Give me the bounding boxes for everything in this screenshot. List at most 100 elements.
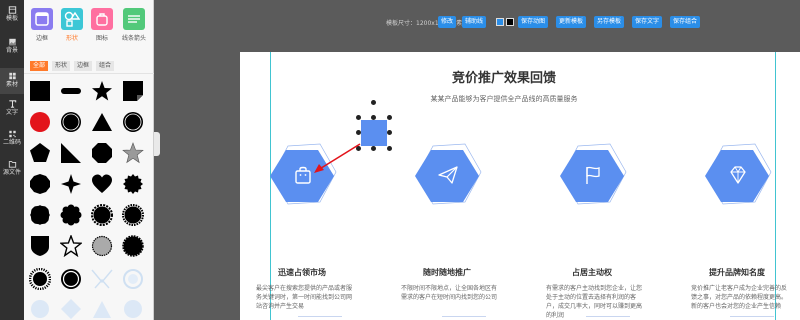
rotate-handle[interactable] bbox=[371, 100, 376, 105]
fill-color-swatch[interactable] bbox=[496, 18, 504, 26]
badge-shape[interactable] bbox=[122, 173, 144, 195]
resize-handle[interactable] bbox=[356, 115, 361, 120]
tab-shape[interactable]: 形状 bbox=[52, 61, 70, 71]
rail-label: 源文件 bbox=[2, 169, 21, 176]
guide-line[interactable] bbox=[775, 52, 776, 320]
double-ring-shape[interactable] bbox=[60, 268, 82, 290]
tab-all[interactable]: 全部 bbox=[30, 61, 48, 71]
stroke-color-swatch[interactable] bbox=[506, 18, 514, 26]
pentagon-shape[interactable] bbox=[29, 142, 51, 164]
top-toolbar: 模板尺寸：1200x1000像素 修改 辅助线 保存动图 更新模板 另存模板 保… bbox=[160, 0, 800, 50]
editor-app: 模板 背景 素材 文字 二维码 源文件 边框 形状 图标 线条箭头 全部 形状 … bbox=[0, 0, 800, 320]
save-animation-button[interactable]: 保存动图 bbox=[518, 16, 549, 28]
folded-corner-shape[interactable] bbox=[122, 80, 144, 102]
resize-handle[interactable] bbox=[387, 146, 392, 151]
light-triangle-shape[interactable] bbox=[91, 298, 113, 320]
light-diamond-shape[interactable] bbox=[60, 298, 82, 320]
modify-button[interactable]: 修改 bbox=[438, 16, 457, 28]
feature-title[interactable]: 随时随地推广 bbox=[377, 267, 517, 278]
heart-shape[interactable] bbox=[91, 173, 113, 195]
octagon-shape[interactable] bbox=[91, 142, 113, 164]
category-label: 线条箭头 bbox=[121, 35, 146, 42]
divider bbox=[24, 73, 154, 74]
burst-shape[interactable] bbox=[122, 204, 144, 226]
light-circle-shape[interactable] bbox=[122, 298, 144, 320]
rail-item-template[interactable]: 模板 bbox=[0, 6, 24, 23]
frame-icon bbox=[31, 8, 53, 30]
wavy-circle-shape[interactable] bbox=[122, 235, 144, 257]
qrcode-icon bbox=[8, 130, 16, 138]
gray-badge-shape[interactable] bbox=[91, 235, 113, 257]
star-shape[interactable] bbox=[91, 80, 113, 102]
ring-circle-shape[interactable] bbox=[60, 111, 82, 133]
category-line-arrow[interactable]: 线条箭头 bbox=[118, 8, 150, 42]
red-circle-shape[interactable] bbox=[29, 111, 51, 133]
category-label: 图标 bbox=[95, 35, 108, 42]
scalloped-square-shape[interactable] bbox=[29, 204, 51, 226]
icon-icon bbox=[91, 8, 113, 30]
resize-handle[interactable] bbox=[371, 115, 376, 120]
source-file-icon bbox=[8, 161, 16, 168]
category-label: 形状 bbox=[65, 35, 78, 42]
category-frame[interactable]: 边框 bbox=[28, 8, 56, 42]
resize-handle[interactable] bbox=[387, 115, 392, 120]
page-subtitle[interactable]: 某某产品能够为客户提供全产品线的高质量服务 bbox=[240, 94, 768, 104]
design-canvas[interactable]: 竞价推广效果回馈 某某产品能够为客户提供全产品线的高质量服务 迅速占领市场 最尖… bbox=[240, 52, 800, 320]
feature-title[interactable]: 提升品牌知名度 bbox=[667, 267, 800, 278]
shield-shape[interactable] bbox=[29, 235, 51, 257]
rail-item-source-file[interactable]: 源文件 bbox=[0, 160, 24, 177]
feature-title[interactable]: 占居主动权 bbox=[522, 267, 662, 278]
hexagon-partial bbox=[586, 316, 630, 320]
feature-description[interactable]: 有需求的客户主动找到您企业，让您处于主动的位置去选择有利润的客户，成交几率大，同… bbox=[546, 284, 646, 320]
diamond-icon bbox=[730, 166, 746, 184]
light-circle-shape[interactable] bbox=[122, 268, 144, 290]
feature-description[interactable]: 不限时间不限地点，让全国各地区有需求的客户在短时间内找到您的公司 bbox=[401, 284, 501, 320]
template-icon bbox=[8, 6, 16, 14]
gray-star-shape[interactable] bbox=[122, 142, 144, 164]
resize-handle[interactable] bbox=[371, 146, 376, 151]
light-chevron-shape[interactable] bbox=[91, 268, 113, 290]
decagon-shape[interactable] bbox=[29, 173, 51, 195]
feature-description[interactable]: 最尖客户在搜索您提供的产品或者服务关键词时，第一时间能找到公司网站咨询并产生交易 bbox=[256, 284, 356, 320]
hexagon-partial bbox=[442, 316, 486, 320]
triangle-shape[interactable] bbox=[91, 111, 113, 133]
four-point-star-shape[interactable] bbox=[60, 173, 82, 195]
category-icon[interactable]: 图标 bbox=[88, 8, 116, 42]
rail-item-background[interactable]: 背景 bbox=[0, 38, 24, 55]
save-combo-button[interactable]: 保存组合 bbox=[670, 16, 701, 28]
rail-label: 二维码 bbox=[2, 139, 21, 146]
light-circle-shape[interactable] bbox=[29, 298, 51, 320]
square-shape[interactable] bbox=[29, 80, 51, 102]
resize-handle[interactable] bbox=[356, 130, 361, 135]
rail-item-text[interactable]: 文字 bbox=[0, 100, 24, 117]
save-text-button[interactable]: 保存文字 bbox=[632, 16, 663, 28]
ring-circle-shape[interactable] bbox=[122, 111, 144, 133]
tab-frame[interactable]: 边框 bbox=[74, 61, 92, 71]
flag-icon bbox=[586, 166, 600, 184]
sun-burst-shape[interactable] bbox=[29, 268, 51, 290]
rail-item-material[interactable]: 素材 bbox=[0, 68, 24, 94]
resize-handle[interactable] bbox=[387, 130, 392, 135]
right-triangle-shape[interactable] bbox=[60, 142, 82, 164]
red-arrow-annotation bbox=[314, 143, 361, 173]
text-icon bbox=[8, 100, 16, 108]
category-shape[interactable]: 形状 bbox=[58, 8, 86, 42]
rounded-bar-shape[interactable] bbox=[60, 80, 82, 102]
update-template-button[interactable]: 更新模板 bbox=[556, 16, 587, 28]
category-label: 边框 bbox=[35, 35, 48, 42]
rail-label: 背景 bbox=[5, 47, 18, 54]
left-rail: 模板 背景 素材 文字 二维码 源文件 bbox=[0, 0, 24, 320]
save-as-template-button[interactable]: 另存模板 bbox=[594, 16, 625, 28]
feature-title[interactable]: 迅速占领市场 bbox=[232, 267, 372, 278]
outline-star-shape[interactable] bbox=[60, 235, 82, 257]
tab-combo[interactable]: 组合 bbox=[96, 61, 114, 71]
page-title[interactable]: 竞价推广效果回馈 bbox=[240, 67, 768, 86]
flower-shape[interactable] bbox=[60, 204, 82, 226]
gear-burst-shape[interactable] bbox=[91, 204, 113, 226]
feature-description[interactable]: 竞价推广让老客户成为企业完善的反馈之事，对您产品的依赖程度更高。新的客户也会对您… bbox=[691, 284, 791, 320]
hexagon-partial bbox=[730, 316, 774, 320]
panel-collapse-handle[interactable] bbox=[154, 132, 160, 156]
rail-item-qrcode[interactable]: 二维码 bbox=[0, 130, 24, 147]
hexagon-partial bbox=[298, 316, 342, 320]
guide-button[interactable]: 辅助线 bbox=[462, 16, 487, 28]
